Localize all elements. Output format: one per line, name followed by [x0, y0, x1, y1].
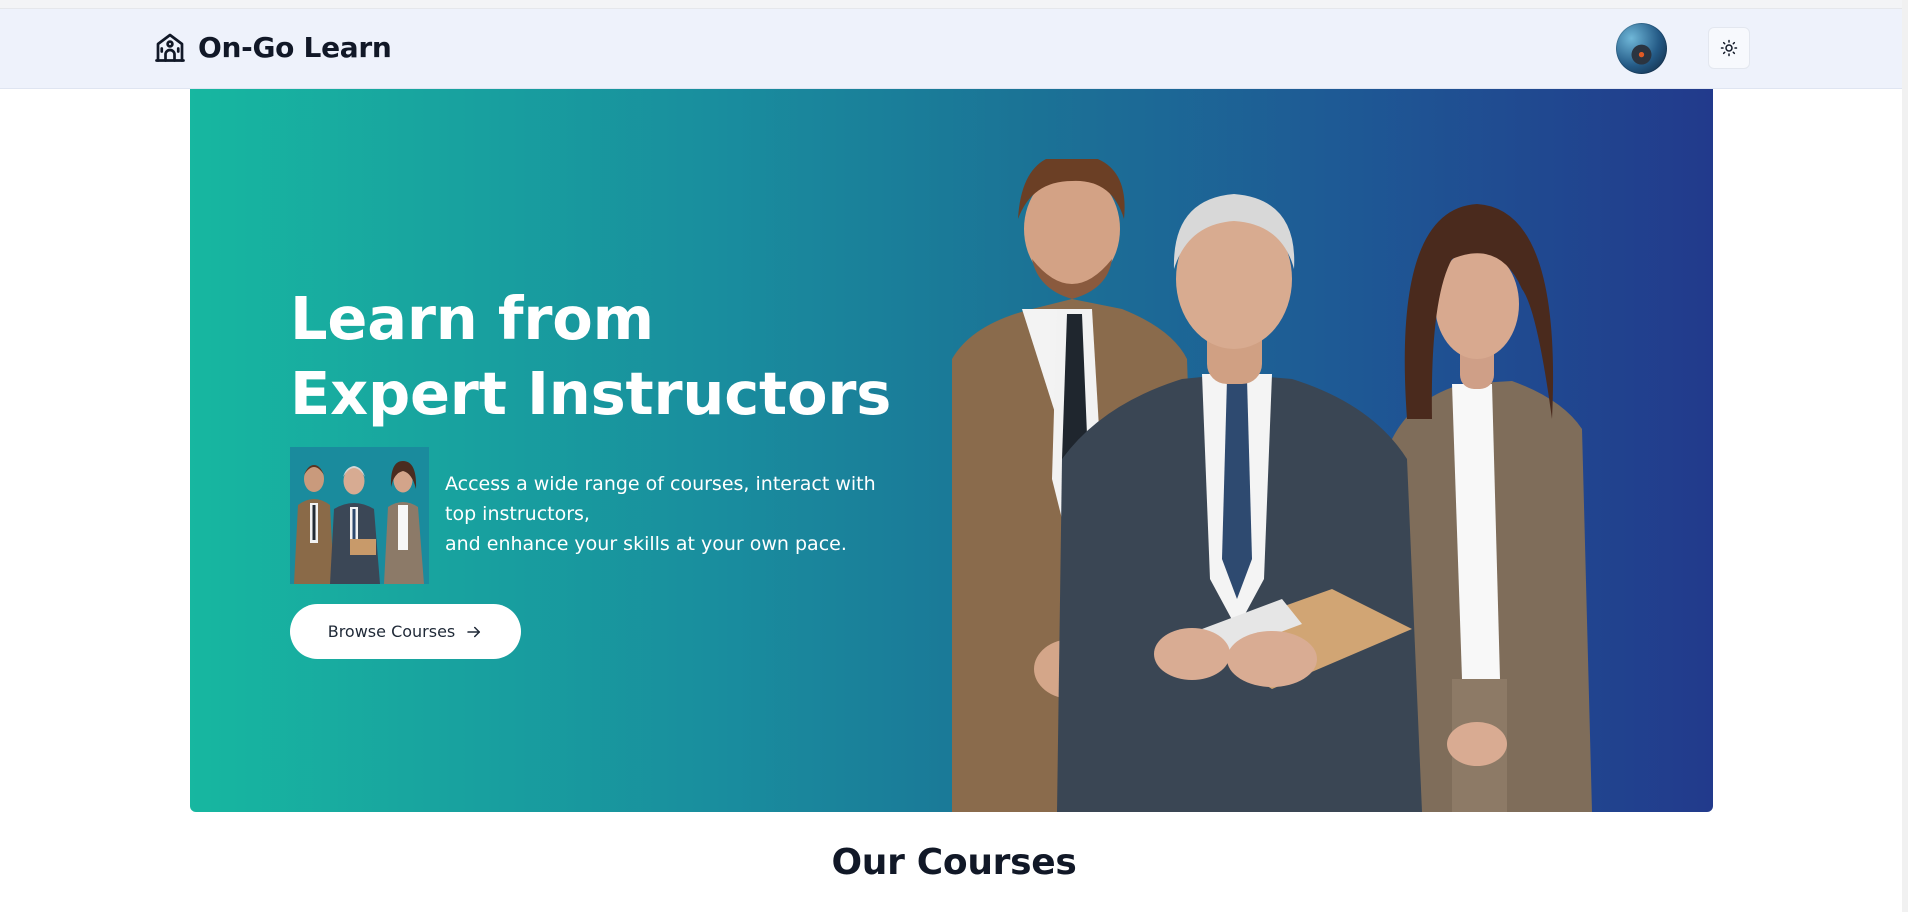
hero-title-line-1: Learn from — [290, 284, 654, 353]
sun-icon — [1720, 39, 1738, 57]
page-scrollbar[interactable] — [1902, 0, 1908, 912]
hero-banner: Learn from Expert Instructors Access a w… — [190, 89, 1713, 812]
brand-link[interactable]: On-Go Learn — [152, 29, 392, 65]
browser-top-edge — [0, 0, 1908, 9]
hero-description-line-2: and enhance your skills at your own pace… — [445, 533, 847, 555]
navbar: On-Go Learn — [0, 9, 1908, 89]
brand-name: On-Go Learn — [198, 30, 392, 64]
hero-title: Learn from Expert Instructors — [290, 281, 891, 431]
arrow-right-icon — [467, 626, 481, 637]
hero-title-line-2: Expert Instructors — [290, 359, 892, 428]
school-building-icon — [155, 33, 185, 62]
our-courses-heading: Our Courses — [831, 842, 1077, 883]
browse-courses-label: Browse Courses — [327, 622, 456, 641]
hero-description-line-1: Access a wide range of courses, interact… — [445, 473, 876, 525]
instructors-thumbnail — [290, 447, 429, 584]
theme-toggle-button[interactable] — [1708, 27, 1750, 69]
browse-courses-button[interactable]: Browse Courses — [290, 604, 521, 659]
hero-description: Access a wide range of courses, interact… — [445, 469, 905, 559]
person-center — [1057, 194, 1422, 812]
instructors-hero-image — [952, 159, 1592, 812]
user-avatar[interactable] — [1616, 23, 1667, 74]
